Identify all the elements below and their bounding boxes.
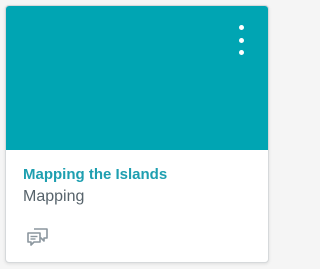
course-card: Mapping the Islands Mapping	[5, 5, 269, 263]
course-subtitle: Mapping	[23, 188, 85, 205]
course-title-link[interactable]: Mapping the Islands	[23, 166, 167, 183]
kebab-dot	[238, 25, 244, 30]
course-card-color-header[interactable]	[6, 6, 268, 150]
discussions-icon-svg	[27, 228, 48, 246]
discussions-icon[interactable]	[26, 226, 50, 248]
more-options-icon[interactable]	[234, 25, 248, 55]
course-card-body: Mapping the Islands Mapping	[6, 150, 268, 262]
kebab-dot	[238, 37, 244, 43]
kebab-dot	[238, 50, 244, 55]
